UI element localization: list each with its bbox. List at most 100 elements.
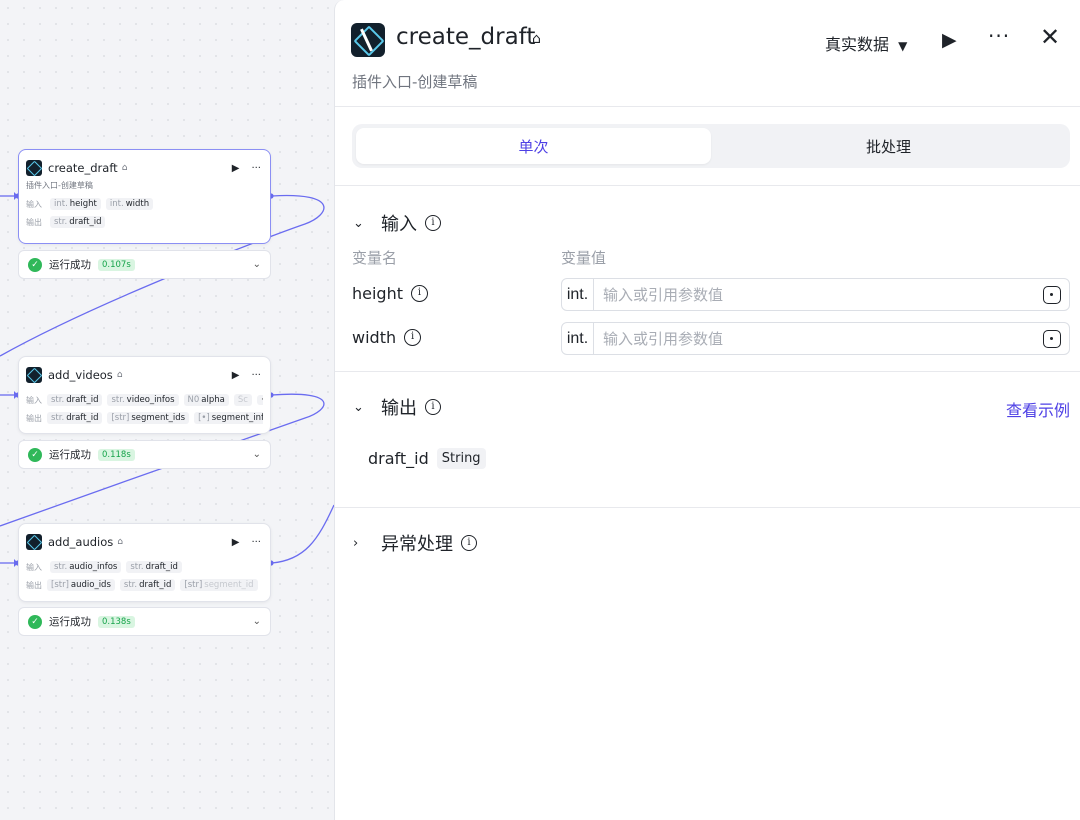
info-icon[interactable]: i [425, 399, 441, 415]
chevron-down-icon: ⌄ [353, 399, 364, 415]
tab-batch[interactable]: 批处理 [711, 128, 1066, 164]
more-icon[interactable]: ··· [251, 163, 261, 174]
reference-variable-icon[interactable] [1043, 285, 1061, 304]
duration-badge: 0.138s [98, 615, 135, 628]
height-value-field[interactable]: int. [561, 278, 1070, 311]
info-icon[interactable]: i [404, 329, 422, 346]
param-tag: [str] segment_ids [107, 412, 190, 424]
param-tag: str. draft_id [119, 579, 176, 591]
chevron-down-icon: ⌄ [353, 215, 364, 231]
param-tag: [•]segment_infos [194, 412, 263, 424]
data-source-label: 真实数据 [825, 35, 890, 54]
run-node-icon[interactable]: ▶ [232, 370, 240, 381]
variable-name: width i [352, 328, 422, 347]
error-section-header[interactable]: › 异常处理 i [353, 530, 477, 556]
node-add-audios[interactable]: add_audios ⌂ ▶ ··· 输入 str. audio_infos st… [18, 523, 271, 602]
close-icon[interactable]: ✕ [1040, 25, 1060, 49]
output-section: ⌄ 输出 i 查看示例 draft_id String [335, 372, 1080, 508]
section-title: 异常处理 [381, 534, 453, 555]
column-header-value: 变量值 [561, 249, 607, 267]
store-icon: ⌂ [116, 370, 123, 380]
param-tag: str. draft_id [50, 216, 106, 228]
node-header: add_videos ⌂ ▶ ··· [26, 357, 263, 391]
output-variable-row: draft_id String [368, 448, 486, 469]
variable-name: height i [352, 284, 428, 303]
variable-label: width [352, 328, 397, 347]
param-tag: str. audio_infos [50, 561, 122, 573]
node-run-status[interactable]: ✓ 运行成功 0.118s ⌄ [18, 440, 271, 469]
node-header: create_draft ⌂ ▶ ··· [26, 150, 263, 184]
status-text: 运行成功 [49, 259, 91, 271]
chevron-down-icon[interactable]: ⌄ [253, 259, 261, 270]
store-icon: ⌂ [532, 31, 541, 47]
more-icon[interactable]: ··· [988, 24, 1010, 48]
height-input[interactable] [594, 279, 1043, 310]
variable-label: height [352, 284, 403, 303]
node-inputs-row: 输入 str. audio_infos str. draft_id [26, 558, 263, 576]
plugin-logo-icon [351, 23, 385, 57]
info-icon[interactable]: i [425, 215, 441, 231]
param-tag: N0 alpha [183, 394, 229, 406]
more-params-icon[interactable]: ··· [256, 395, 263, 405]
outputs-label: 输出 [26, 413, 42, 423]
node-add-videos[interactable]: add_videos ⌂ ▶ ··· 输入 str. draft_id str. v… [18, 356, 271, 434]
outputs-label: 输出 [26, 217, 42, 227]
store-icon: ⌂ [121, 163, 128, 173]
info-icon[interactable]: i [411, 285, 428, 302]
run-icon[interactable]: ▶ [942, 29, 957, 51]
node-outputs-row: 输出 str. draft_id [26, 213, 263, 231]
width-value-field[interactable]: int. [561, 322, 1070, 355]
more-icon[interactable]: ··· [251, 370, 261, 381]
success-check-icon: ✓ [28, 257, 42, 272]
data-source-dropdown[interactable]: 真实数据 ▼ [825, 31, 907, 55]
status-text: 运行成功 [49, 616, 91, 628]
node-run-status[interactable]: ✓ 运行成功 0.138s ⌄ [18, 607, 271, 636]
run-node-icon[interactable]: ▶ [232, 163, 240, 174]
edge-line [271, 504, 334, 564]
reference-variable-icon[interactable] [1043, 329, 1061, 348]
panel-title: create_draft [396, 24, 536, 50]
outputs-label: 输出 [26, 580, 42, 590]
info-icon[interactable]: i [461, 535, 477, 551]
panel-subtitle: 插件入口-创建草稿 [352, 73, 478, 91]
node-header: add_audios ⌂ ▶ ··· [26, 524, 263, 558]
inputs-label: 输入 [26, 562, 42, 572]
run-node-icon[interactable]: ▶ [232, 537, 240, 548]
mode-tabs: 单次 批处理 [352, 124, 1070, 168]
chevron-right-icon: › [353, 535, 359, 551]
output-section-header[interactable]: ⌄ 输出 i [353, 394, 441, 420]
chevron-down-icon[interactable]: ⌄ [253, 616, 261, 627]
caret-down-icon: ▼ [898, 39, 908, 53]
duration-badge: 0.118s [98, 448, 135, 461]
param-tag: str. video_infos [107, 394, 179, 406]
node-create-draft[interactable]: create_draft ⌂ ▶ ··· 插件入口-创建草稿 输入 int. he… [18, 149, 271, 244]
inputs-label: 输入 [26, 395, 42, 405]
param-tag: str. draft_id [47, 412, 103, 424]
section-title: 输出 [381, 398, 417, 419]
column-header-name: 变量名 [352, 249, 398, 267]
node-outputs-row: 输出 str. draft_id [str] segment_ids [•] segm… [26, 409, 263, 427]
param-tag: [str] audio_ids [47, 579, 115, 591]
status-text: 运行成功 [49, 449, 91, 461]
chevron-down-icon[interactable]: ⌄ [253, 449, 261, 460]
node-run-status[interactable]: ✓ 运行成功 0.107s ⌄ [18, 250, 271, 279]
tab-single[interactable]: 单次 [356, 128, 711, 164]
width-input[interactable] [594, 323, 1043, 354]
output-type-badge: String [436, 448, 486, 469]
success-check-icon: ✓ [28, 447, 42, 462]
workflow-canvas[interactable]: create_draft ⌂ ▶ ··· 插件入口-创建草稿 输入 int. he… [0, 0, 334, 820]
success-check-icon: ✓ [28, 614, 42, 629]
panel-header: create_draft ⌂ 插件入口-创建草稿 真实数据 ▼ ▶ ··· ✕ [335, 0, 1080, 107]
param-tag: str. draft_id [126, 561, 182, 573]
node-inputs-row: 输入 str. draft_id str. video_infos N0 alpha … [26, 391, 263, 409]
plugin-logo-icon [26, 534, 42, 550]
node-detail-panel: create_draft ⌂ 插件入口-创建草稿 真实数据 ▼ ▶ ··· ✕ … [334, 0, 1080, 820]
node-outputs-row: 输出 [str] audio_ids str. draft_id [str] segm… [26, 576, 263, 594]
plugin-logo-icon [26, 160, 42, 176]
more-icon[interactable]: ··· [251, 537, 261, 548]
input-section-header[interactable]: ⌄ 输入 i [353, 210, 441, 236]
store-icon: ⌂ [117, 537, 123, 547]
type-badge: int. [562, 323, 594, 354]
view-example-link[interactable]: 查看示例 [1006, 397, 1070, 421]
param-tag: int. width [105, 198, 154, 210]
